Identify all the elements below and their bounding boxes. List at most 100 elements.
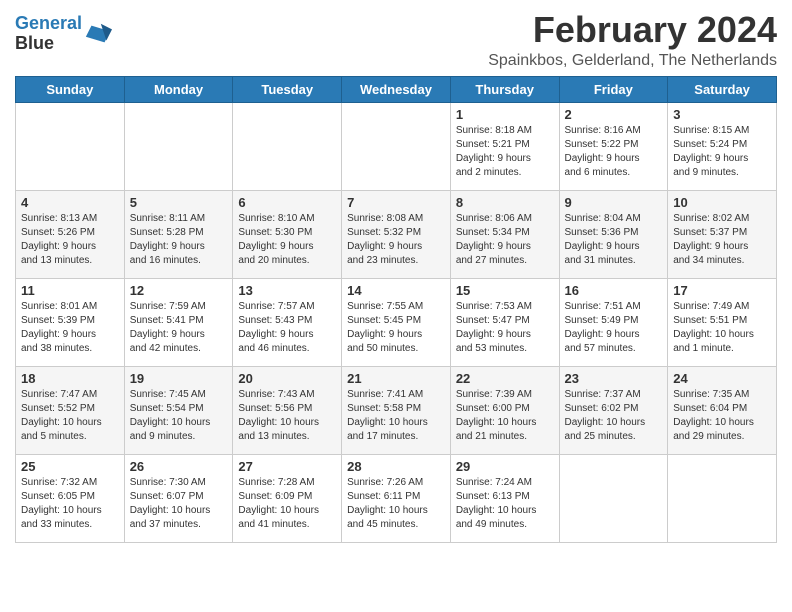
day-info: Sunrise: 8:13 AMSunset: 5:26 PMDaylight:… (21, 212, 119, 268)
week-row-5: 25 Sunrise: 7:32 AMSunset: 6:05 PMDayligh… (16, 454, 777, 542)
day-number: 9 (565, 195, 663, 210)
day-info: Sunrise: 8:16 AMSunset: 5:22 PMDaylight:… (565, 124, 663, 180)
day-number: 2 (565, 107, 663, 122)
header: GeneralBlue February 2024 Spainkbos, Gel… (15, 10, 777, 70)
day-cell (668, 454, 777, 542)
calendar-subtitle: Spainkbos, Gelderland, The Netherlands (488, 52, 777, 70)
day-info: Sunrise: 8:04 AMSunset: 5:36 PMDaylight:… (565, 212, 663, 268)
day-info: Sunrise: 7:30 AMSunset: 6:07 PMDaylight:… (130, 476, 228, 532)
day-info: Sunrise: 7:24 AMSunset: 6:13 PMDaylight:… (456, 476, 554, 532)
day-cell: 3 Sunrise: 8:15 AMSunset: 5:24 PMDaylight… (668, 102, 777, 190)
day-cell (559, 454, 668, 542)
day-cell: 5Sunrise: 8:11 AMSunset: 5:28 PMDaylight… (124, 190, 233, 278)
day-number: 3 (673, 107, 771, 122)
day-cell (16, 102, 125, 190)
day-cell: 10 Sunrise: 8:02 AMSunset: 5:37 PMDayligh… (668, 190, 777, 278)
day-cell: 17 Sunrise: 7:49 AMSunset: 5:51 PMDayligh… (668, 278, 777, 366)
day-number: 1 (456, 107, 554, 122)
week-row-3: 11 Sunrise: 8:01 AMSunset: 5:39 PMDayligh… (16, 278, 777, 366)
day-info: Sunrise: 8:01 AMSunset: 5:39 PMDaylight:… (21, 300, 119, 356)
day-info: Sunrise: 7:37 AMSunset: 6:02 PMDaylight:… (565, 388, 663, 444)
logo-icon (84, 20, 112, 48)
day-number: 17 (673, 283, 771, 298)
day-number: 25 (21, 459, 119, 474)
day-number: 24 (673, 371, 771, 386)
day-info: Sunrise: 8:15 AMSunset: 5:24 PMDaylight:… (673, 124, 771, 180)
day-cell: 6 Sunrise: 8:10 AMSunset: 5:30 PMDaylight… (233, 190, 342, 278)
day-cell: 27 Sunrise: 7:28 AMSunset: 6:09 PMDayligh… (233, 454, 342, 542)
day-cell: 21 Sunrise: 7:41 AMSunset: 5:58 PMDayligh… (342, 366, 451, 454)
day-number: 11 (21, 283, 119, 298)
day-info: Sunrise: 7:55 AMSunset: 5:45 PMDaylight:… (347, 300, 445, 356)
day-info: Sunrise: 7:32 AMSunset: 6:05 PMDaylight:… (21, 476, 119, 532)
logo: GeneralBlue (15, 14, 112, 54)
day-header-saturday: Saturday (668, 76, 777, 102)
calendar-table: SundayMondayTuesdayWednesdayThursdayFrid… (15, 76, 777, 543)
day-cell: 12 Sunrise: 7:59 AMSunset: 5:41 PMDayligh… (124, 278, 233, 366)
day-cell: 23 Sunrise: 7:37 AMSunset: 6:02 PMDayligh… (559, 366, 668, 454)
day-header-sunday: Sunday (16, 76, 125, 102)
day-info: Sunrise: 7:45 AMSunset: 5:54 PMDaylight:… (130, 388, 228, 444)
week-row-1: 1Sunrise: 8:18 AMSunset: 5:21 PMDaylight… (16, 102, 777, 190)
calendar-body: 1Sunrise: 8:18 AMSunset: 5:21 PMDaylight… (16, 102, 777, 542)
title-block: February 2024 Spainkbos, Gelderland, The… (488, 10, 777, 70)
day-info: Sunrise: 7:49 AMSunset: 5:51 PMDaylight:… (673, 300, 771, 356)
day-number: 27 (238, 459, 336, 474)
day-number: 13 (238, 283, 336, 298)
day-info: Sunrise: 7:26 AMSunset: 6:11 PMDaylight:… (347, 476, 445, 532)
day-info: Sunrise: 7:47 AMSunset: 5:52 PMDaylight:… (21, 388, 119, 444)
day-cell: 18 Sunrise: 7:47 AMSunset: 5:52 PMDayligh… (16, 366, 125, 454)
day-number: 29 (456, 459, 554, 474)
day-info: Sunrise: 7:59 AMSunset: 5:41 PMDaylight:… (130, 300, 228, 356)
day-number: 20 (238, 371, 336, 386)
day-cell (342, 102, 451, 190)
day-info: Sunrise: 7:53 AMSunset: 5:47 PMDaylight:… (456, 300, 554, 356)
day-number: 23 (565, 371, 663, 386)
day-number: 7 (347, 195, 445, 210)
day-info: Sunrise: 7:28 AMSunset: 6:09 PMDaylight:… (238, 476, 336, 532)
day-number: 10 (673, 195, 771, 210)
day-info: Sunrise: 8:08 AMSunset: 5:32 PMDaylight:… (347, 212, 445, 268)
day-cell: 28 Sunrise: 7:26 AMSunset: 6:11 PMDayligh… (342, 454, 451, 542)
day-number: 26 (130, 459, 228, 474)
logo-text: GeneralBlue (15, 14, 82, 54)
day-info: Sunrise: 7:41 AMSunset: 5:58 PMDaylight:… (347, 388, 445, 444)
day-header-wednesday: Wednesday (342, 76, 451, 102)
day-cell: 26 Sunrise: 7:30 AMSunset: 6:07 PMDayligh… (124, 454, 233, 542)
day-number: 18 (21, 371, 119, 386)
day-cell: 20 Sunrise: 7:43 AMSunset: 5:56 PMDayligh… (233, 366, 342, 454)
day-number: 21 (347, 371, 445, 386)
day-number: 5 (130, 195, 228, 210)
day-info: Sunrise: 8:10 AMSunset: 5:30 PMDaylight:… (238, 212, 336, 268)
day-number: 28 (347, 459, 445, 474)
day-number: 16 (565, 283, 663, 298)
day-header-tuesday: Tuesday (233, 76, 342, 102)
day-info: Sunrise: 7:57 AMSunset: 5:43 PMDaylight:… (238, 300, 336, 356)
week-row-2: 4Sunrise: 8:13 AMSunset: 5:26 PMDaylight… (16, 190, 777, 278)
day-cell: 24 Sunrise: 7:35 AMSunset: 6:04 PMDayligh… (668, 366, 777, 454)
day-cell: 15 Sunrise: 7:53 AMSunset: 5:47 PMDayligh… (450, 278, 559, 366)
day-cell: 25 Sunrise: 7:32 AMSunset: 6:05 PMDayligh… (16, 454, 125, 542)
day-cell: 19 Sunrise: 7:45 AMSunset: 5:54 PMDayligh… (124, 366, 233, 454)
day-number: 6 (238, 195, 336, 210)
day-cell: 29 Sunrise: 7:24 AMSunset: 6:13 PMDayligh… (450, 454, 559, 542)
day-cell: 9 Sunrise: 8:04 AMSunset: 5:36 PMDaylight… (559, 190, 668, 278)
day-number: 19 (130, 371, 228, 386)
day-info: Sunrise: 7:35 AMSunset: 6:04 PMDaylight:… (673, 388, 771, 444)
day-cell: 13 Sunrise: 7:57 AMSunset: 5:43 PMDayligh… (233, 278, 342, 366)
day-number: 12 (130, 283, 228, 298)
day-cell: 7 Sunrise: 8:08 AMSunset: 5:32 PMDaylight… (342, 190, 451, 278)
day-header-friday: Friday (559, 76, 668, 102)
calendar-title: February 2024 (488, 10, 777, 50)
day-info: Sunrise: 8:02 AMSunset: 5:37 PMDaylight:… (673, 212, 771, 268)
day-cell: 4Sunrise: 8:13 AMSunset: 5:26 PMDaylight… (16, 190, 125, 278)
day-header-monday: Monday (124, 76, 233, 102)
day-number: 22 (456, 371, 554, 386)
day-cell: 14Sunrise: 7:55 AMSunset: 5:45 PMDayligh… (342, 278, 451, 366)
day-cell (124, 102, 233, 190)
day-info: Sunrise: 7:43 AMSunset: 5:56 PMDaylight:… (238, 388, 336, 444)
day-info: Sunrise: 8:06 AMSunset: 5:34 PMDaylight:… (456, 212, 554, 268)
day-number: 15 (456, 283, 554, 298)
week-row-4: 18 Sunrise: 7:47 AMSunset: 5:52 PMDayligh… (16, 366, 777, 454)
day-cell: 11 Sunrise: 8:01 AMSunset: 5:39 PMDayligh… (16, 278, 125, 366)
